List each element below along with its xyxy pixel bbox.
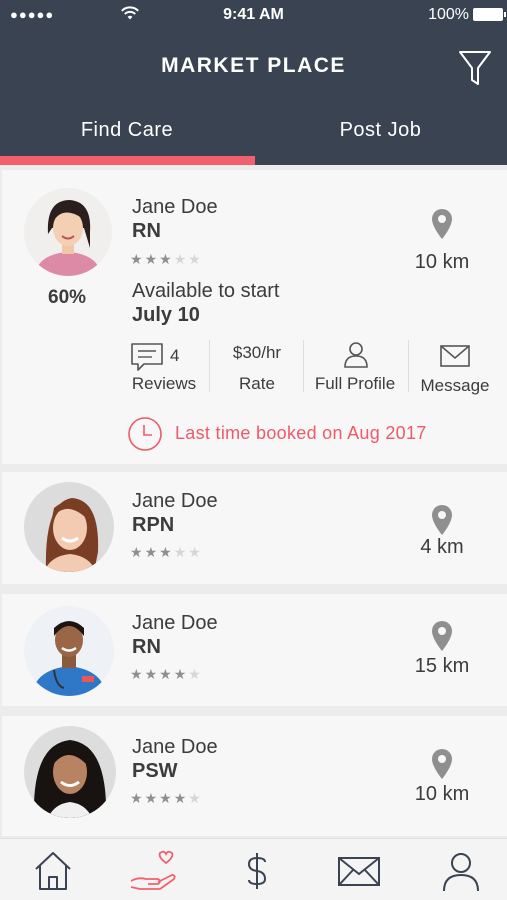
avatar (24, 726, 116, 818)
availability-label: Available to start (132, 280, 280, 302)
caregiver-card[interactable]: 60% Jane Doe RN ★★★★★ 10 km Available to… (2, 170, 507, 464)
location-pin-icon (432, 749, 452, 779)
caregiver-card[interactable]: Jane Doe PSW ★★★★★ 10 km (2, 716, 507, 836)
location-pin-icon (432, 209, 452, 239)
divider (209, 340, 210, 392)
divider (408, 340, 409, 392)
message-label: Message (420, 376, 490, 395)
star-filled-icon: ★ (144, 666, 160, 682)
reviews-icon (131, 343, 163, 371)
star-empty-icon: ★ (188, 666, 203, 682)
battery-icon (473, 8, 506, 21)
profile-icon (344, 342, 368, 368)
active-tab-indicator (0, 156, 255, 165)
distance: 10 km (414, 251, 470, 273)
reviews-label: Reviews (131, 374, 197, 393)
home-icon[interactable] (28, 849, 78, 893)
full-profile-label: Full Profile (314, 374, 396, 393)
star-filled-icon: ★ (144, 790, 160, 806)
last-booked-text: Last time booked on Aug 2017 (175, 423, 427, 443)
filter-icon[interactable] (455, 44, 495, 90)
dollar-icon[interactable] (232, 849, 282, 893)
caregiver-card[interactable]: Jane Doe RPN ★★★★★ 4 km (2, 472, 507, 584)
avatar (24, 482, 114, 572)
match-percent: 60% (48, 287, 87, 308)
star-filled-icon: ★ (144, 544, 160, 560)
star-empty-icon: ★ (188, 790, 203, 806)
envelope-icon (440, 345, 470, 367)
star-empty-icon: ★ (188, 251, 203, 267)
bottom-nav (0, 838, 507, 900)
caregiver-role: RPN (132, 514, 175, 536)
rate-value: $30/hr (232, 343, 282, 362)
caregiver-name: Jane Doe (132, 490, 218, 512)
distance: 15 km (414, 655, 470, 677)
battery-percent: 100% (428, 6, 469, 23)
distance: 4 km (420, 536, 464, 558)
distance: 10 km (414, 783, 470, 805)
clock-icon (128, 417, 162, 451)
caregiver-role: PSW (132, 760, 178, 782)
star-filled-icon: ★ (130, 544, 145, 560)
app-header: ●●●●● 9:41 AM 100% MARKET PLACE Find Car… (0, 0, 507, 165)
reviews-button[interactable]: 4 Reviews (122, 340, 206, 398)
tab-post-job[interactable]: Post Job (254, 110, 507, 165)
caregiver-name: Jane Doe (132, 196, 218, 218)
star-filled-icon: ★ (130, 666, 145, 682)
caregiver-role: RN (132, 220, 161, 242)
avatar (24, 188, 112, 276)
rating-stars: ★★★★★ (130, 666, 203, 683)
location-pin-icon (432, 505, 452, 535)
location-pin-icon (432, 621, 452, 651)
rate-label: Rate (239, 374, 275, 393)
card-actions: 4 Reviews $30/hr Rate Full Profile Messa… (122, 340, 502, 398)
star-filled-icon: ★ (159, 666, 174, 682)
reviews-count: 4 (170, 346, 180, 365)
caregiver-card[interactable]: Jane Doe RN ★★★★★ 15 km (2, 594, 507, 706)
star-filled-icon: ★ (159, 790, 174, 806)
caregiver-role: RN (132, 636, 161, 658)
rate-button[interactable]: $30/hr Rate (214, 340, 300, 398)
mail-icon[interactable] (334, 849, 384, 893)
caregiver-name: Jane Doe (132, 612, 218, 634)
full-profile-button[interactable]: Full Profile (306, 340, 404, 398)
star-filled-icon: ★ (130, 251, 145, 267)
availability-date: July 10 (132, 304, 200, 326)
rating-stars: ★★★★★ (130, 790, 203, 807)
star-empty-icon: ★ (188, 544, 203, 560)
star-filled-icon: ★ (173, 790, 189, 806)
star-filled-icon: ★ (159, 251, 174, 267)
user-icon[interactable] (436, 849, 486, 893)
page-title: MARKET PLACE (161, 54, 346, 77)
star-filled-icon: ★ (144, 251, 160, 267)
star-filled-icon: ★ (173, 666, 189, 682)
status-bar: ●●●●● 9:41 AM 100% (0, 0, 507, 30)
star-empty-icon: ★ (173, 544, 189, 560)
rating-stars: ★★★★★ (130, 251, 203, 268)
divider (303, 340, 304, 392)
star-filled-icon: ★ (159, 544, 174, 560)
avatar (24, 606, 114, 696)
caregiver-name: Jane Doe (132, 736, 218, 758)
star-empty-icon: ★ (173, 251, 189, 267)
star-filled-icon: ★ (130, 790, 145, 806)
message-button[interactable]: Message (412, 340, 498, 398)
care-hand-heart-icon[interactable] (128, 849, 178, 893)
rating-stars: ★★★★★ (130, 544, 203, 561)
